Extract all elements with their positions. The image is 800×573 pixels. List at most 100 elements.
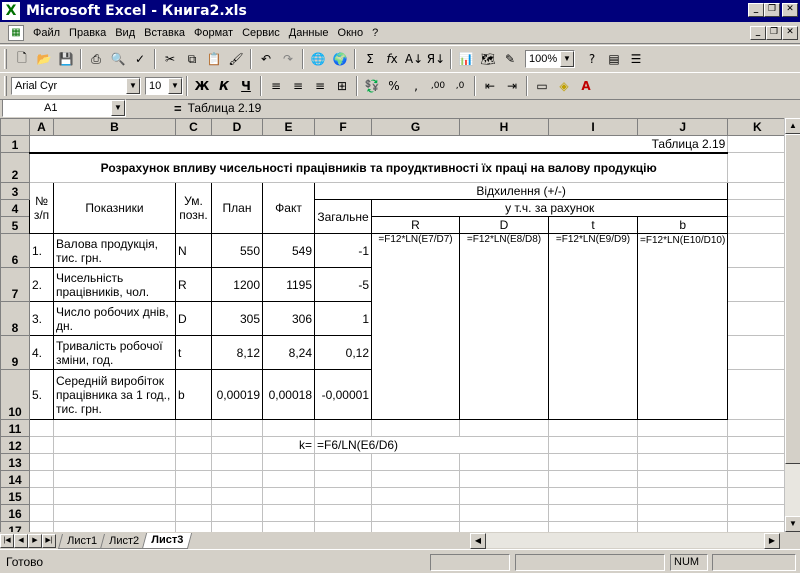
- cell-indicator[interactable]: Чисельність працівників, чол.: [53, 267, 176, 302]
- column-header[interactable]: H: [459, 118, 549, 136]
- merge-center-icon[interactable]: ⊞: [331, 75, 353, 97]
- cell[interactable]: [727, 233, 788, 268]
- currency-icon[interactable]: 💱: [361, 75, 383, 97]
- cell-no[interactable]: 5.: [29, 369, 54, 420]
- cell-plan[interactable]: 550: [211, 233, 263, 268]
- scroll-right-icon[interactable]: ▶: [764, 533, 780, 549]
- new-icon[interactable]: 🗋: [11, 48, 33, 70]
- cell[interactable]: [727, 199, 788, 217]
- horizontal-scrollbar[interactable]: ◀ ▶: [470, 533, 780, 549]
- redo-icon[interactable]: ↷: [277, 48, 299, 70]
- cell-plan[interactable]: 8,12: [211, 335, 263, 370]
- cell-plan[interactable]: 305: [211, 301, 263, 336]
- header-plan[interactable]: План: [211, 182, 263, 234]
- row-header[interactable]: 3: [0, 182, 30, 200]
- comma-icon[interactable]: ,: [405, 75, 427, 97]
- copy-icon[interactable]: ⧉: [181, 48, 203, 70]
- cell-unit[interactable]: D: [175, 301, 212, 336]
- cell-unit[interactable]: N: [175, 233, 212, 268]
- header-d[interactable]: D: [459, 216, 549, 234]
- map-icon[interactable]: 🗺: [477, 48, 499, 70]
- chevron-down-icon[interactable]: ▼: [126, 78, 140, 94]
- cell[interactable]: [727, 335, 788, 370]
- font-size-select[interactable]: 10 ▼: [145, 77, 183, 95]
- formula-input[interactable]: Таблица 2.19: [188, 101, 262, 115]
- cell-unit[interactable]: R: [175, 267, 212, 302]
- close-button[interactable]: ✕: [782, 3, 798, 17]
- cell-deviation[interactable]: -5: [314, 267, 372, 302]
- row-header[interactable]: 14: [0, 470, 30, 488]
- cell-no[interactable]: 1.: [29, 233, 54, 268]
- freeze-icon[interactable]: ▤: [603, 48, 625, 70]
- menu-file[interactable]: Файл: [33, 27, 60, 39]
- cell-formula-b[interactable]: =F12*LN(E10/D10): [636, 233, 729, 420]
- menu-view[interactable]: Вид: [115, 27, 135, 39]
- spelling-icon[interactable]: ✓: [129, 48, 151, 70]
- cell[interactable]: [727, 267, 788, 302]
- decrease-indent-icon[interactable]: ⇤: [479, 75, 501, 97]
- sheet-tab-3[interactable]: Лист3: [141, 532, 193, 549]
- decrease-decimal-icon[interactable]: ,0: [449, 75, 471, 97]
- cell-plan[interactable]: 0,00019: [211, 369, 263, 420]
- column-header[interactable]: E: [262, 118, 315, 136]
- row-header[interactable]: 17: [0, 521, 30, 532]
- minimize-button[interactable]: _: [748, 3, 764, 17]
- select-all-corner[interactable]: [0, 118, 30, 136]
- underline-icon[interactable]: Ч: [235, 75, 257, 97]
- header-t[interactable]: t: [548, 216, 638, 234]
- scroll-thumb[interactable]: [785, 134, 800, 464]
- row-header[interactable]: 10: [0, 369, 30, 420]
- cell[interactable]: [727, 135, 788, 153]
- cell-indicator[interactable]: Тривалість робочої зміни, год.: [53, 335, 176, 370]
- cell[interactable]: [727, 369, 788, 420]
- cell-deviation[interactable]: 1: [314, 301, 372, 336]
- menu-help[interactable]: ?: [372, 27, 378, 39]
- open-icon[interactable]: 📂: [33, 48, 55, 70]
- cell-formula-r[interactable]: =F12*LN(E7/D7): [371, 233, 460, 420]
- name-box[interactable]: A1 ▼: [2, 99, 126, 117]
- align-right-icon[interactable]: ≡: [309, 75, 331, 97]
- font-name-select[interactable]: Arial Cyr ▼: [11, 77, 141, 95]
- column-header[interactable]: B: [53, 118, 176, 136]
- cell-fact[interactable]: 0,00018: [262, 369, 315, 420]
- sort-ascending-icon[interactable]: A↓: [403, 48, 425, 70]
- row-header[interactable]: 11: [0, 419, 30, 437]
- row-header[interactable]: 1: [0, 135, 30, 153]
- formula-equals-icon[interactable]: =: [174, 101, 182, 116]
- menu-data[interactable]: Данные: [289, 27, 329, 39]
- column-header[interactable]: D: [211, 118, 263, 136]
- cell[interactable]: [727, 182, 788, 200]
- header-r[interactable]: R: [371, 216, 460, 234]
- percent-icon[interactable]: %: [383, 75, 405, 97]
- function-icon[interactable]: fx: [381, 48, 403, 70]
- column-header[interactable]: G: [371, 118, 460, 136]
- column-header[interactable]: K: [727, 118, 788, 136]
- list-icon[interactable]: ☰: [625, 48, 647, 70]
- cell-fact[interactable]: 1195: [262, 267, 315, 302]
- cell-deviation[interactable]: 0,12: [314, 335, 372, 370]
- prev-sheet-icon[interactable]: ◀: [14, 533, 28, 548]
- hyperlink-icon[interactable]: 🌐: [307, 48, 329, 70]
- borders-icon[interactable]: ▭: [531, 75, 553, 97]
- column-header[interactable]: C: [175, 118, 212, 136]
- cell-indicator[interactable]: Число робочих днів, дн.: [53, 301, 176, 336]
- zoom-select[interactable]: 100% ▼: [525, 50, 575, 68]
- drawing-icon[interactable]: ✎: [499, 48, 521, 70]
- cell-indicator[interactable]: Валова продукція, тис. грн.: [53, 233, 176, 268]
- cell-unit[interactable]: t: [175, 335, 212, 370]
- row-header[interactable]: 13: [0, 453, 30, 471]
- print-icon[interactable]: ⎙: [85, 48, 107, 70]
- cell-indicator[interactable]: Середній виробіток працівника за 1 год.,…: [53, 369, 176, 420]
- column-header[interactable]: F: [314, 118, 372, 136]
- cell-unit[interactable]: b: [175, 369, 212, 420]
- scroll-up-icon[interactable]: ▲: [785, 118, 800, 134]
- office-assistant-icon[interactable]: ?: [581, 48, 603, 70]
- next-sheet-icon[interactable]: ▶: [28, 533, 42, 548]
- header-total[interactable]: Загальне: [314, 199, 372, 234]
- row-header[interactable]: 7: [0, 267, 30, 302]
- workbook-icon[interactable]: ▦: [8, 24, 24, 41]
- row-header[interactable]: 6: [0, 233, 30, 268]
- menu-format[interactable]: Формат: [194, 27, 233, 39]
- chevron-down-icon[interactable]: ▼: [168, 78, 182, 94]
- save-icon[interactable]: 💾: [55, 48, 77, 70]
